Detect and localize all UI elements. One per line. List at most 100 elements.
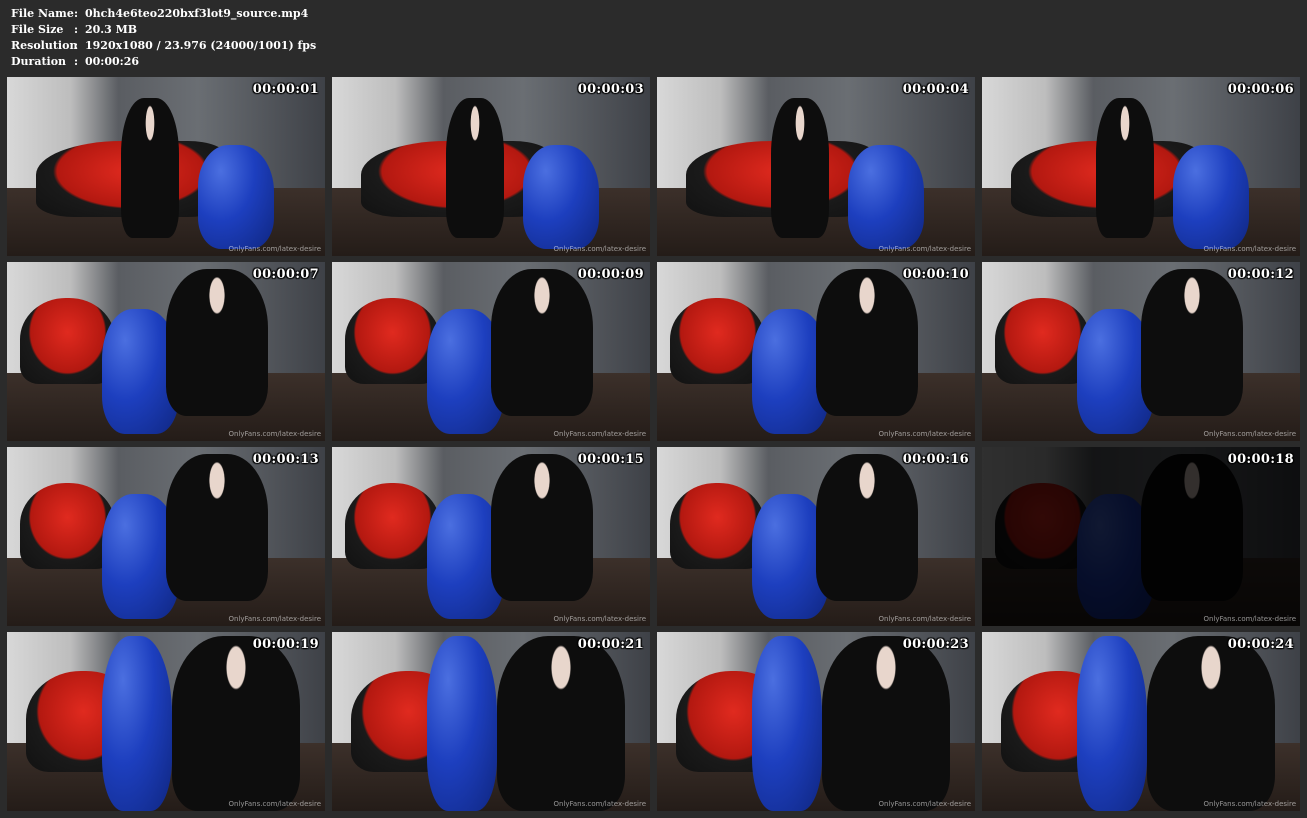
info-separator: : (74, 39, 79, 52)
fade-overlay (982, 447, 1300, 626)
video-thumbnail: 00:00:23 OnlyFans.com/latex-desire (657, 632, 975, 811)
video-thumbnail: 00:00:15 OnlyFans.com/latex-desire (332, 447, 650, 626)
thumbnail-watermark: OnlyFans.com/latex-desire (228, 800, 321, 808)
thumbnail-watermark: OnlyFans.com/latex-desire (1203, 430, 1296, 438)
scene-figure (491, 269, 593, 416)
scene-figure (522, 145, 600, 249)
video-thumbnail: 00:00:16 OnlyFans.com/latex-desire (657, 447, 975, 626)
thumbnail-image (7, 77, 325, 256)
video-thumbnail: 00:00:07 OnlyFans.com/latex-desire (7, 262, 325, 441)
scene-figure (1147, 635, 1275, 811)
thumbnail-timestamp: 00:00:21 (577, 637, 644, 652)
info-value: 0hch4e6teo220bxf3lot9_source.mp4 (85, 7, 309, 20)
scene-figure (427, 635, 498, 811)
thumbnail-timestamp: 00:00:15 (577, 452, 644, 467)
info-separator: : (74, 23, 79, 36)
info-row-resolution: Resolution : 1920x1080 / 23.976 (24000/1… (11, 38, 316, 54)
info-key: File Size (11, 23, 64, 36)
thumbnail-image (657, 447, 975, 626)
scene-figure (816, 454, 918, 601)
info-row-file-name: File Name : 0hch4e6teo220bxf3lot9_source… (11, 6, 316, 22)
thumbnail-watermark: OnlyFans.com/latex-desire (228, 615, 321, 623)
info-key: Resolution (11, 39, 78, 52)
video-thumbnail: 00:00:21 OnlyFans.com/latex-desire (332, 632, 650, 811)
thumbnail-watermark: OnlyFans.com/latex-desire (1203, 800, 1296, 808)
scene-figure (446, 98, 504, 239)
scene-figure (172, 635, 300, 811)
info-key: File Name (11, 7, 74, 20)
video-thumbnail: 00:00:01 OnlyFans.com/latex-desire (7, 77, 325, 256)
thumbnail-image (7, 632, 325, 811)
scene-couch (19, 482, 116, 569)
scene-figure (102, 635, 173, 811)
thumbnail-timestamp: 00:00:10 (902, 267, 969, 282)
thumbnail-timestamp: 00:00:07 (252, 267, 319, 282)
scene-couch (669, 482, 766, 569)
thumbnail-image (982, 632, 1300, 811)
thumbnail-image (982, 77, 1300, 256)
info-separator: : (74, 7, 79, 20)
info-row-duration: Duration : 00:00:26 (11, 54, 316, 70)
scene-figure (752, 635, 823, 811)
video-thumbnail: 00:00:13 OnlyFans.com/latex-desire (7, 447, 325, 626)
thumbnail-image (657, 632, 975, 811)
scene-figure (1172, 145, 1250, 249)
video-thumbnail: 00:00:12 OnlyFans.com/latex-desire (982, 262, 1300, 441)
thumbnail-timestamp: 00:00:19 (252, 637, 319, 652)
thumbnail-image (7, 447, 325, 626)
scene-figure (847, 145, 925, 249)
thumbnail-watermark: OnlyFans.com/latex-desire (553, 800, 646, 808)
thumbnail-image (332, 632, 650, 811)
thumbnail-timestamp: 00:00:04 (902, 82, 969, 97)
scene-couch (669, 297, 766, 384)
video-thumbnail: 00:00:19 OnlyFans.com/latex-desire (7, 632, 325, 811)
thumbnail-image (982, 262, 1300, 441)
scene-figure (166, 269, 268, 416)
info-key: Duration (11, 55, 67, 68)
thumbnail-grid: 00:00:01 OnlyFans.com/latex-desire 00:00:0… (7, 77, 1304, 815)
thumbnail-watermark: OnlyFans.com/latex-desire (1203, 245, 1296, 253)
thumbnail-timestamp: 00:00:06 (1227, 82, 1294, 97)
thumbnail-image (657, 262, 975, 441)
scene-figure (1077, 635, 1148, 811)
thumbnail-timestamp: 00:00:18 (1227, 452, 1294, 467)
thumbnail-image (7, 262, 325, 441)
scene-figure (166, 454, 268, 601)
video-thumbnail: 00:00:24 OnlyFans.com/latex-desire (982, 632, 1300, 811)
info-value: 1920x1080 / 23.976 (24000/1001) fps (85, 39, 317, 52)
thumbnail-image (982, 447, 1300, 626)
scene-figure (771, 98, 829, 239)
thumbnail-watermark: OnlyFans.com/latex-desire (553, 245, 646, 253)
video-thumbnail: 00:00:10 OnlyFans.com/latex-desire (657, 262, 975, 441)
thumbnail-timestamp: 00:00:01 (252, 82, 319, 97)
thumbnail-watermark: OnlyFans.com/latex-desire (878, 800, 971, 808)
scene-figure (491, 454, 593, 601)
thumbnail-timestamp: 00:00:03 (577, 82, 644, 97)
thumbnail-watermark: OnlyFans.com/latex-desire (228, 245, 321, 253)
thumbnail-timestamp: 00:00:13 (252, 452, 319, 467)
file-info-panel: File Name : 0hch4e6teo220bxf3lot9_source… (11, 6, 316, 70)
scene-figure (197, 145, 275, 249)
scene-figure (816, 269, 918, 416)
scene-couch (994, 297, 1091, 384)
info-separator: : (74, 55, 79, 68)
video-thumbnail: 00:00:18 OnlyFans.com/latex-desire (982, 447, 1300, 626)
scene-figure (497, 635, 625, 811)
thumbnail-timestamp: 00:00:23 (902, 637, 969, 652)
scene-figure (121, 98, 179, 239)
info-value: 20.3 MB (85, 23, 138, 36)
scene-couch (19, 297, 116, 384)
scene-figure (1141, 269, 1243, 416)
thumbnail-watermark: OnlyFans.com/latex-desire (228, 430, 321, 438)
video-thumbnail: 00:00:03 OnlyFans.com/latex-desire (332, 77, 650, 256)
thumbnail-image (332, 77, 650, 256)
thumbnail-image (332, 447, 650, 626)
thumbnail-timestamp: 00:00:16 (902, 452, 969, 467)
thumbnail-watermark: OnlyFans.com/latex-desire (878, 245, 971, 253)
info-value: 00:00:26 (85, 55, 140, 68)
thumbnail-watermark: OnlyFans.com/latex-desire (553, 430, 646, 438)
thumbnail-timestamp: 00:00:12 (1227, 267, 1294, 282)
video-thumbnail: 00:00:06 OnlyFans.com/latex-desire (982, 77, 1300, 256)
scene-figure (1096, 98, 1154, 239)
scene-figure (822, 635, 950, 811)
